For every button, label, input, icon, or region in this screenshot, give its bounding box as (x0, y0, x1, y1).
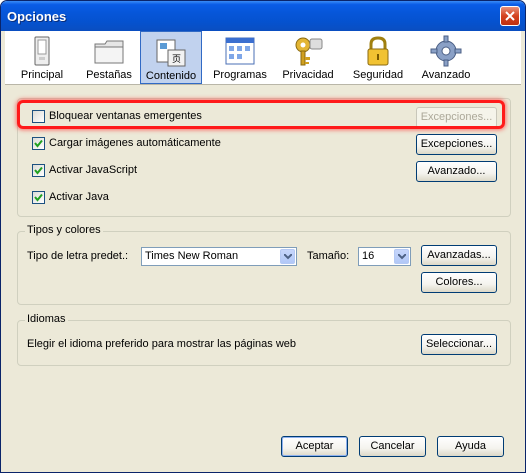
default-font-label: Tipo de letra predet.: (27, 250, 129, 262)
java-label[interactable]: Activar Java (49, 191, 109, 203)
javascript-advanced-button[interactable]: Avanzado... (416, 161, 497, 182)
dropdown-arrow[interactable] (394, 249, 409, 264)
help-button[interactable]: Ayuda (437, 436, 504, 457)
tab-label: Pestañas (86, 69, 132, 81)
load-images-label[interactable]: Cargar imágenes automáticamente (49, 137, 221, 149)
font-size-value: 16 (362, 250, 375, 262)
advanced-gear-icon (430, 35, 462, 67)
window-title: Opciones (7, 9, 67, 24)
preferences-toolbar: Principal Pestañas 页 Contenido Programas… (5, 31, 521, 85)
tab-privacidad[interactable]: Privacidad (276, 31, 340, 84)
tab-label: Avanzado (421, 69, 471, 81)
svg-text:页: 页 (172, 54, 181, 65)
applications-icon (225, 37, 255, 65)
tab-programas[interactable]: Programas (208, 31, 272, 84)
security-lock-icon (367, 36, 389, 66)
font-size-label: Tamaño: (307, 250, 350, 262)
main-icon (34, 36, 50, 66)
cancel-button[interactable]: Cancelar (359, 436, 426, 457)
chevron-down-icon (284, 254, 292, 260)
fonts-colors-group (17, 231, 511, 305)
tab-label: Programas (213, 69, 267, 81)
fonts-colors-group-title: Tipos y colores (25, 224, 103, 236)
dropdown-arrow[interactable] (280, 249, 295, 264)
default-font-value: Times New Roman (145, 250, 239, 262)
ok-button[interactable]: Aceptar (281, 436, 348, 457)
tab-label: Privacidad (282, 69, 334, 81)
title-bar[interactable]: Opciones (1, 1, 525, 31)
checkmark-icon (34, 166, 43, 175)
tab-label: Principal (20, 69, 64, 81)
close-icon (505, 11, 515, 21)
default-font-select[interactable]: Times New Roman (141, 247, 297, 266)
checkmark-icon (34, 193, 43, 202)
options-window: Opciones Principal Pestañas 页 Contenido (0, 0, 526, 473)
tab-seguridad[interactable]: Seguridad (346, 31, 410, 84)
load-images-checkbox[interactable] (32, 137, 45, 150)
tab-label: Contenido (145, 70, 197, 82)
tab-label: Seguridad (352, 69, 404, 81)
java-checkbox[interactable] (32, 191, 45, 204)
languages-description: Elegir el idioma preferido para mostrar … (27, 338, 297, 350)
tab-pestanas[interactable]: Pestañas (77, 31, 141, 84)
font-size-select[interactable]: 16 (358, 247, 411, 266)
close-button[interactable] (500, 6, 520, 26)
image-exceptions-button[interactable]: Excepciones... (416, 134, 497, 155)
tab-contenido[interactable]: 页 Contenido (140, 31, 202, 84)
content-icon: 页 (156, 39, 186, 67)
tab-avanzado[interactable]: Avanzado (413, 31, 479, 84)
highlight-annotation (17, 100, 505, 129)
chevron-down-icon (398, 254, 406, 260)
content-panel: Bloquear ventanas emergentes Excepciones… (5, 85, 521, 468)
colors-button[interactable]: Colores... (421, 272, 497, 293)
checkmark-icon (34, 139, 43, 148)
tab-principal[interactable]: Principal (7, 31, 77, 84)
javascript-label[interactable]: Activar JavaScript (49, 164, 137, 176)
tabs-folder-icon (94, 40, 124, 64)
choose-language-button[interactable]: Seleccionar... (421, 334, 497, 355)
privacy-key-icon (295, 37, 323, 66)
languages-group-title: Idiomas (25, 313, 68, 325)
javascript-checkbox[interactable] (32, 164, 45, 177)
fonts-advanced-button[interactable]: Avanzadas... (421, 245, 497, 266)
